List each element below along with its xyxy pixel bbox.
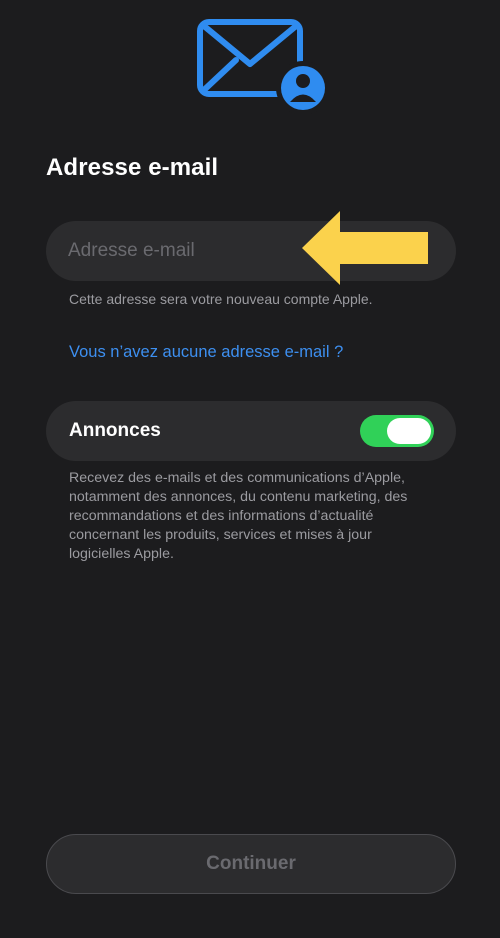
announcements-label: Annonces bbox=[69, 420, 161, 441]
envelope-person-icon bbox=[197, 19, 330, 115]
screen: Adresse e-mail Cette adresse sera votre … bbox=[2, 0, 498, 938]
announcements-description: Recevez des e-mails et des communication… bbox=[69, 470, 408, 562]
page-title: Adresse e-mail bbox=[46, 154, 219, 181]
announcements-toggle[interactable] bbox=[360, 415, 434, 447]
arrow-left-icon bbox=[302, 211, 428, 285]
announcements-row: Annonces bbox=[46, 401, 456, 461]
no-email-link[interactable]: Vous n’avez aucune adresse e-mail ? bbox=[69, 343, 343, 362]
email-hint: Cette adresse sera votre nouveau compte … bbox=[69, 291, 373, 307]
toggle-knob bbox=[387, 418, 431, 444]
continue-button[interactable]: Continuer bbox=[46, 834, 456, 894]
